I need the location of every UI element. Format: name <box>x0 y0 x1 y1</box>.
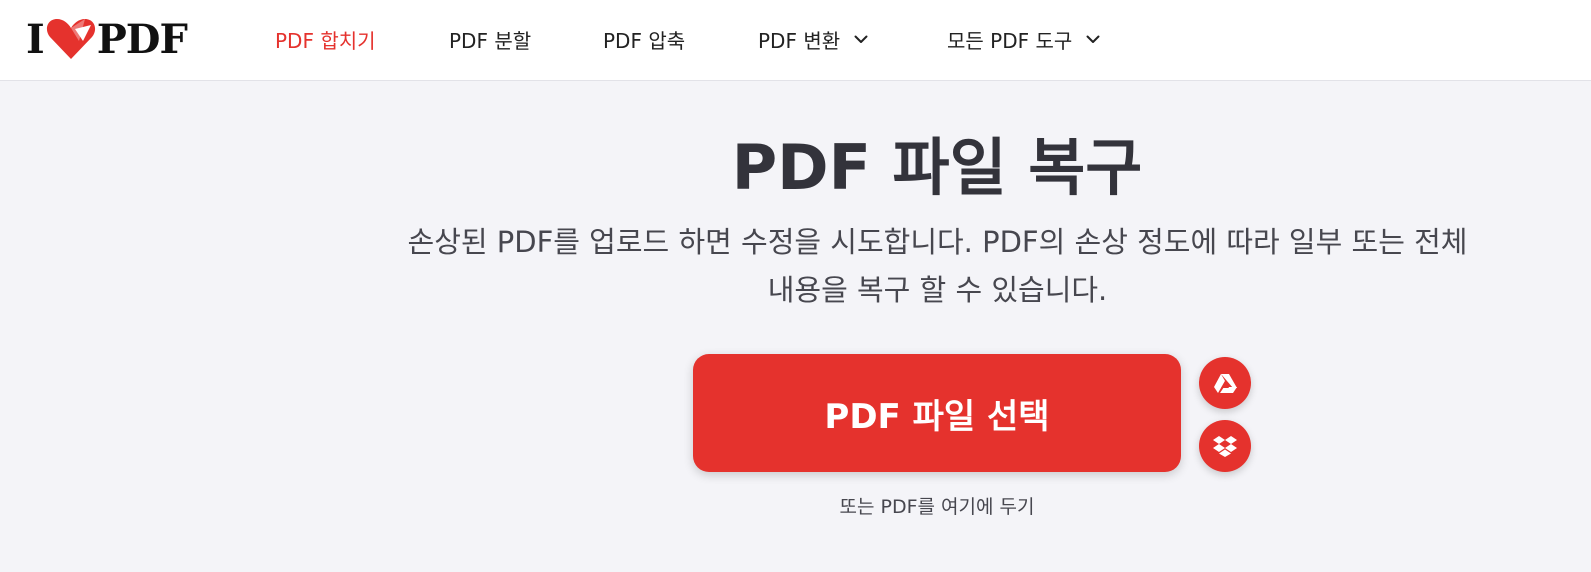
ilovepdf-logo[interactable]: I PDF <box>26 15 188 63</box>
nav-label: PDF 변환 <box>758 28 841 53</box>
nav-label: 모든 PDF 도구 <box>947 28 1073 53</box>
logo-text-i: I <box>26 15 45 63</box>
logo-text-pdf: PDF <box>96 15 188 63</box>
nav-label: PDF 합치기 <box>275 28 376 53</box>
nav-compress-pdf[interactable]: PDF 압축 <box>603 24 685 54</box>
google-drive-button[interactable] <box>1199 357 1251 409</box>
select-pdf-button[interactable]: PDF 파일 선택 <box>693 354 1181 472</box>
nav-all-pdf-tools[interactable]: 모든 PDF 도구 <box>947 24 1100 54</box>
top-header: I PDF PDF 합치기 PDF 분할 PDF 압축 PDF 변환 모든 PD… <box>0 0 1591 81</box>
chevron-down-icon <box>1086 35 1100 43</box>
heart-icon <box>46 19 95 59</box>
nav-label: PDF 분할 <box>449 28 532 53</box>
nav-convert-pdf[interactable]: PDF 변환 <box>758 24 868 54</box>
page-title-wrap: PDF 파일 복구 <box>347 128 1527 208</box>
page-subtitle: 손상된 PDF를 업로드 하면 수정을 시도합니다. PDF의 손상 정도에 따… <box>340 218 1535 314</box>
nav-label: PDF 압축 <box>603 28 686 53</box>
drop-hint-text: 또는 PDF를 여기에 두기 <box>839 496 1035 518</box>
dropbox-icon <box>1213 436 1237 457</box>
dropbox-button[interactable] <box>1199 420 1251 472</box>
chevron-down-icon <box>854 35 868 43</box>
subtitle-line-2: 내용을 복구 할 수 있습니다. <box>767 273 1108 307</box>
nav-merge-pdf[interactable]: PDF 합치기 <box>275 24 376 54</box>
nav-split-pdf[interactable]: PDF 분할 <box>449 24 531 54</box>
page-title: PDF 파일 복구 <box>731 131 1143 204</box>
subtitle-line-1: 손상된 PDF를 업로드 하면 수정을 시도합니다. PDF의 손상 정도에 따… <box>407 225 1468 259</box>
google-drive-icon <box>1214 374 1237 393</box>
